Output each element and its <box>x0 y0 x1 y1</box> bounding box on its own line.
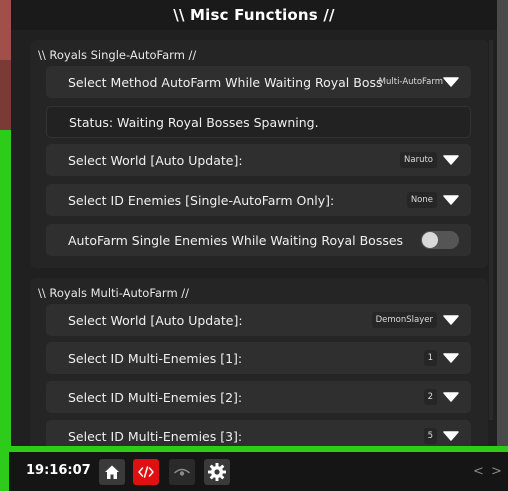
home-button[interactable] <box>99 459 125 485</box>
dropdown-value: None <box>406 192 437 208</box>
window-title: \\ Misc Functions // <box>173 6 335 24</box>
row-label: Select World [Auto Update]: <box>68 312 243 328</box>
dropdown-value: DemonSlayer <box>371 312 437 328</box>
row-label: Select ID Enemies [Single-AutoFarm Only]… <box>68 192 335 208</box>
visibility-button[interactable] <box>169 459 195 485</box>
section-title: \\ Royals Multi-AutoFarm // <box>38 286 190 300</box>
chevron-down-icon <box>443 315 459 325</box>
scrollbar[interactable] <box>489 40 493 420</box>
chevron-down-icon <box>443 155 459 165</box>
code-button[interactable] <box>133 459 159 485</box>
row-label: Select World [Auto Update]: <box>68 152 243 168</box>
dropdown-value: 5 <box>423 428 437 444</box>
row-label: AutoFarm Single Enemies While Waiting Ro… <box>68 232 404 248</box>
royals-single-section: \\ Royals Single-AutoFarm // Select Meth… <box>30 40 488 268</box>
select-method-dropdown[interactable]: Select Method AutoFarm While Waiting Roy… <box>46 66 471 98</box>
gear-icon <box>208 463 226 481</box>
autofarm-single-toggle-row: AutoFarm Single Enemies While Waiting Ro… <box>46 224 471 256</box>
section-title: \\ Royals Single-AutoFarm // <box>38 48 197 62</box>
dropdown-value: 1 <box>423 350 437 366</box>
code-icon <box>138 466 154 478</box>
toggle-knob <box>422 232 438 248</box>
select-id-enemies-dropdown[interactable]: Select ID Enemies [Single-AutoFarm Only]… <box>46 184 471 216</box>
misc-functions-window: \\ Misc Functions // \\ Royals Single-Au… <box>11 0 497 446</box>
taskbar: 19:16:07 < > <box>9 452 508 491</box>
autofarm-toggle[interactable] <box>421 231 459 249</box>
title-bar[interactable]: \\ Misc Functions // <box>11 0 497 30</box>
row-label: Select ID Multi-Enemies [1]: <box>68 350 243 366</box>
select-multi-enemies-3-dropdown[interactable]: Select ID Multi-Enemies [3]: 5 <box>46 420 471 446</box>
prev-button[interactable]: < <box>473 464 484 479</box>
next-button[interactable]: > <box>491 464 502 479</box>
chevron-down-icon <box>443 77 459 87</box>
chevron-down-icon <box>443 353 459 363</box>
row-label: Select ID Multi-Enemies [2]: <box>68 389 243 405</box>
settings-button[interactable] <box>204 459 230 485</box>
status-row: Status: Waiting Royal Bosses Spawning. <box>46 106 471 138</box>
select-multi-enemies-2-dropdown[interactable]: Select ID Multi-Enemies [2]: 2 <box>46 381 471 413</box>
select-world-dropdown[interactable]: Select World [Auto Update]: DemonSlayer <box>46 304 471 336</box>
status-text: Status: Waiting Royal Bosses Spawning. <box>69 114 319 130</box>
select-world-dropdown[interactable]: Select World [Auto Update]: Naruto <box>46 144 471 176</box>
dropdown-value: Naruto <box>400 152 437 168</box>
row-label: Select Method AutoFarm While Waiting Roy… <box>68 74 383 90</box>
royals-multi-section: \\ Royals Multi-AutoFarm // Select World… <box>30 278 488 446</box>
clock: 19:16:07 <box>26 463 91 478</box>
dropdown-value: 2 <box>423 389 437 405</box>
home-icon <box>105 465 119 479</box>
row-label: Select ID Multi-Enemies [3]: <box>68 428 243 444</box>
dropdown-value: Multi-AutoFarm <box>378 77 443 87</box>
chevron-down-icon <box>443 392 459 402</box>
select-multi-enemies-1-dropdown[interactable]: Select ID Multi-Enemies [1]: 1 <box>46 342 471 374</box>
eye-icon <box>173 468 191 476</box>
chevron-down-icon <box>443 195 459 205</box>
chevron-down-icon <box>443 431 459 441</box>
